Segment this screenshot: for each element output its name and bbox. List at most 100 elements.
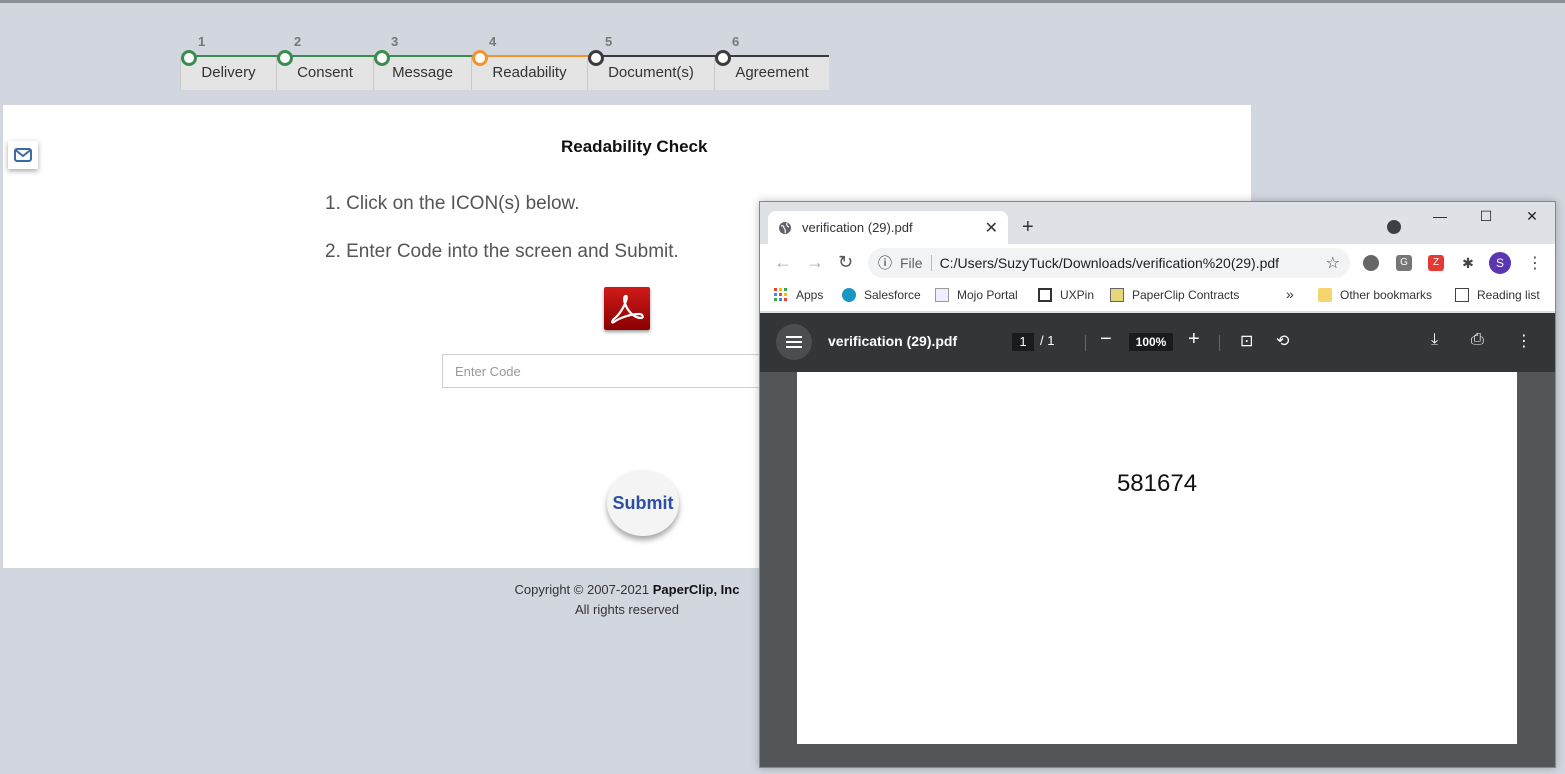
- paperclip-icon: [1110, 288, 1124, 302]
- step-number: 2: [294, 34, 302, 49]
- bookmark-label: Reading list: [1477, 288, 1540, 302]
- bookmark-label: PaperClip Contracts: [1132, 288, 1240, 302]
- step-number: 4: [489, 34, 497, 49]
- mail-button[interactable]: [8, 141, 38, 169]
- page-number-input[interactable]: 1: [1012, 333, 1034, 351]
- bookmark-mojo-portal[interactable]: Mojo Portal: [935, 288, 1018, 302]
- bookmark-paperclip-contracts[interactable]: PaperClip Contracts: [1110, 288, 1239, 302]
- step-agreement[interactable]: 6 Agreement: [714, 32, 829, 90]
- step-label: Consent: [297, 64, 353, 81]
- code-input[interactable]: [442, 354, 772, 388]
- bookmark-label: Other bookmarks: [1340, 288, 1433, 302]
- reload-icon[interactable]: ↻: [838, 252, 853, 273]
- bookmark-apps[interactable]: Apps: [774, 288, 823, 302]
- page-title: Readability Check: [561, 137, 708, 156]
- bookmark-label: UXPin: [1060, 288, 1095, 302]
- step-dot: [588, 50, 604, 66]
- adobe-acrobat-icon: [611, 294, 644, 324]
- pdf-menu-button[interactable]: [776, 324, 812, 360]
- step-dot: [374, 50, 390, 66]
- hamburger-icon: [786, 336, 802, 348]
- extension-red-icon[interactable]: Z: [1428, 255, 1444, 271]
- browser-window: verification (29).pdf ✕ + — ☐ ✕ ← → ↻ ⓘ …: [759, 201, 1556, 768]
- step-message[interactable]: 3 Message: [373, 32, 473, 90]
- step-number: 1: [198, 34, 206, 49]
- rotate-icon[interactable]: ⟲: [1276, 331, 1289, 351]
- toolbar-divider: [1219, 335, 1220, 351]
- step-documents[interactable]: 5 Document(s): [587, 32, 716, 90]
- instruction-step-1: 1. Click on the ICON(s) below.: [325, 193, 580, 214]
- bookmark-label: Mojo Portal: [957, 288, 1018, 302]
- bookmark-uxpin[interactable]: UXPin: [1038, 288, 1094, 302]
- step-dot: [472, 50, 488, 66]
- extension-circle-icon[interactable]: [1363, 255, 1379, 271]
- profile-avatar[interactable]: S: [1489, 252, 1511, 274]
- pdf-viewer: 581674: [760, 372, 1555, 767]
- extensions-puzzle-icon[interactable]: ✱: [1460, 255, 1476, 271]
- tab-strip: verification (29).pdf ✕ + — ☐ ✕: [760, 202, 1555, 244]
- step-dot: [181, 50, 197, 66]
- mojo-portal-icon: [935, 288, 949, 302]
- step-dot: [715, 50, 731, 66]
- info-icon[interactable]: ⓘ: [878, 253, 892, 273]
- close-window-icon[interactable]: ✕: [1520, 208, 1544, 225]
- step-label: Document(s): [608, 64, 694, 81]
- scheme-label: File: [900, 255, 932, 271]
- bookmark-salesforce[interactable]: Salesforce: [842, 288, 921, 302]
- download-icon[interactable]: ⤓: [1431, 331, 1438, 349]
- browser-toolbar: ← → ↻ ⓘ File C:/Users/SuzyTuck/Downloads…: [760, 244, 1555, 282]
- print-icon[interactable]: ⎙: [1471, 331, 1484, 349]
- close-tab-icon[interactable]: ✕: [985, 218, 998, 238]
- reading-list[interactable]: Reading list: [1455, 288, 1540, 302]
- step-label: Delivery: [201, 64, 256, 81]
- more-bookmarks-label: »: [1286, 286, 1294, 302]
- step-dot: [277, 50, 293, 66]
- bookmark-label: Salesforce: [864, 288, 921, 302]
- pdf-more-icon[interactable]: ⋮: [1516, 331, 1532, 351]
- verification-code: 581674: [1116, 470, 1198, 497]
- step-consent[interactable]: 2 Consent: [276, 32, 375, 90]
- zoom-out-icon[interactable]: −: [1100, 329, 1112, 349]
- step-readability[interactable]: 4 Readability: [471, 32, 589, 90]
- pdf-toolbar: verification (29).pdf 1 / 1 − 100% + ⊡ ⟲…: [760, 313, 1555, 372]
- bookmark-label: Apps: [796, 288, 824, 302]
- step-label: Agreement: [735, 64, 809, 81]
- more-bookmarks-icon[interactable]: »: [1286, 286, 1294, 302]
- step-label: Readability: [492, 64, 567, 81]
- top-border: [0, 0, 1565, 3]
- copyright-text: Copyright © 2007-2021: [514, 582, 653, 597]
- address-bar[interactable]: ⓘ File C:/Users/SuzyTuck/Downloads/verif…: [868, 248, 1350, 278]
- pdf-page: 581674: [797, 372, 1517, 744]
- apps-grid-icon: [774, 288, 787, 301]
- zoom-level[interactable]: 100%: [1129, 333, 1173, 351]
- extension-g-icon[interactable]: G: [1396, 255, 1412, 271]
- bookmarks-bar: Apps Salesforce Mojo Portal UXPin PaperC…: [760, 282, 1555, 312]
- copyright-footer: Copyright © 2007-2021 PaperClip, Inc All…: [500, 580, 754, 620]
- forward-icon[interactable]: →: [806, 252, 824, 273]
- browser-tab[interactable]: verification (29).pdf ✕: [768, 211, 1008, 244]
- new-tab-icon[interactable]: +: [1022, 216, 1034, 239]
- url-text: C:/Users/SuzyTuck/Downloads/verification…: [939, 255, 1280, 271]
- bookmark-other[interactable]: Other bookmarks: [1318, 288, 1432, 302]
- page-total: / 1: [1040, 333, 1055, 348]
- reading-list-icon: [1455, 288, 1469, 302]
- back-icon[interactable]: ←: [774, 252, 792, 273]
- step-number: 5: [605, 34, 613, 49]
- envelope-icon: [14, 148, 32, 162]
- step-delivery[interactable]: 1 Delivery: [180, 32, 278, 90]
- fit-page-icon[interactable]: ⊡: [1240, 331, 1253, 351]
- minimize-icon[interactable]: —: [1428, 208, 1452, 224]
- pdf-document-button[interactable]: [604, 287, 650, 330]
- maximize-icon[interactable]: ☐: [1474, 208, 1498, 225]
- zoom-in-icon[interactable]: +: [1188, 329, 1200, 349]
- tab-search-icon[interactable]: [1387, 220, 1401, 234]
- salesforce-cloud-icon: [842, 288, 856, 302]
- tab-title: verification (29).pdf: [802, 220, 913, 235]
- submit-button[interactable]: Submit: [607, 470, 679, 536]
- rights-text: All rights reserved: [574, 602, 680, 617]
- browser-menu-icon[interactable]: ⋮: [1527, 253, 1543, 273]
- pdf-file-name: verification (29).pdf: [828, 333, 958, 349]
- company-name: PaperClip, Inc: [652, 582, 740, 597]
- globe-icon: [779, 221, 791, 234]
- bookmark-star-icon[interactable]: ☆: [1326, 253, 1340, 273]
